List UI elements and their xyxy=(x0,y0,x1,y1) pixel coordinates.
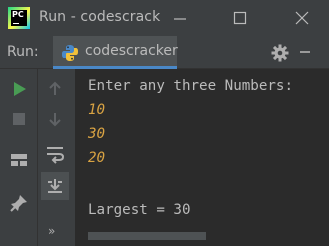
close-button[interactable] xyxy=(289,6,315,30)
pin-icon[interactable] xyxy=(8,192,30,214)
console-input-line: 10 xyxy=(88,102,106,118)
tab-codescracker[interactable]: codescracker xyxy=(53,36,178,69)
hide-panel-icon[interactable] xyxy=(300,51,310,53)
layout-icon[interactable] xyxy=(8,149,30,171)
down-arrow-icon[interactable] xyxy=(44,108,66,130)
more-icon[interactable]: » xyxy=(48,224,55,238)
up-arrow-icon[interactable] xyxy=(44,78,66,100)
stop-icon[interactable] xyxy=(8,108,30,130)
title-bar: PC Run - codescrack xyxy=(0,0,329,36)
maximize-button[interactable] xyxy=(227,6,253,30)
horizontal-scrollbar[interactable] xyxy=(88,232,206,240)
maximize-icon xyxy=(233,11,247,25)
window-title: Run - codescrack xyxy=(39,9,161,25)
app-icon-label: PC xyxy=(12,10,24,19)
python-icon xyxy=(62,45,78,61)
minimize-button[interactable] xyxy=(167,6,193,30)
toolbar-divider xyxy=(37,69,38,246)
gear-icon[interactable] xyxy=(270,43,290,63)
scroll-to-end-icon xyxy=(48,179,62,193)
rerun-icon[interactable] xyxy=(8,78,30,100)
console-line: Enter any three Numbers: xyxy=(88,78,293,94)
scroll-to-end-button[interactable] xyxy=(41,172,69,200)
console-input-line: 20 xyxy=(88,150,106,166)
run-tool-header: Run: codescracker xyxy=(0,36,329,69)
tab-label: codescracker xyxy=(85,43,178,59)
close-icon xyxy=(295,11,309,25)
console-line: Largest = 30 xyxy=(88,202,191,218)
run-label: Run: xyxy=(7,44,39,60)
console-input-line: 30 xyxy=(88,126,106,142)
minimize-icon xyxy=(174,18,186,20)
soft-wrap-icon[interactable] xyxy=(44,143,66,165)
console-output[interactable]: Enter any three Numbers: 10 30 20 Larges… xyxy=(75,69,329,246)
pycharm-app-icon: PC xyxy=(8,7,30,29)
